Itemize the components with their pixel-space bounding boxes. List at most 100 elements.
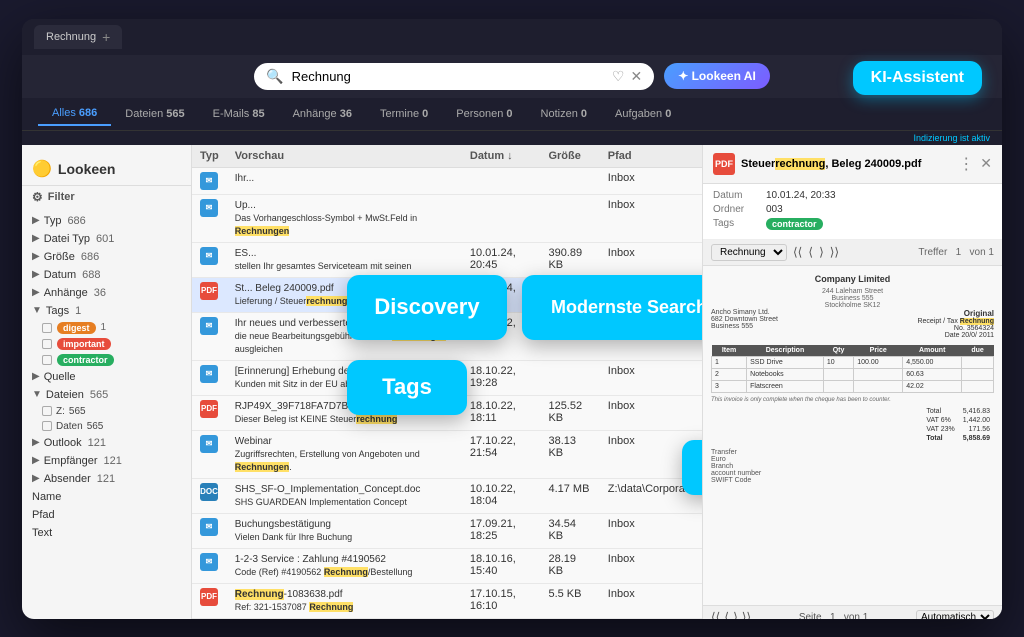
footer-nav-prev[interactable]: ⟨ bbox=[724, 610, 729, 619]
preview-title: Steuerrechnung, Beleg 240009.pdf bbox=[741, 158, 952, 170]
chevron-icon: ▼ bbox=[32, 305, 42, 316]
col-groesse[interactable]: Größe bbox=[540, 145, 599, 168]
main-content: 🟡 Lookeen ⚙ Filter ▶ Typ 686 ▶ Datei Typ… bbox=[22, 145, 1002, 619]
sidebar-item-groesse[interactable]: ▶ Größe 686 bbox=[22, 248, 191, 266]
preview-meta: Datum 10.01.24, 20:33 Ordner 003 Tags co… bbox=[703, 184, 1002, 240]
table-row[interactable]: ✉ Up...Das Vorhangeschloss-Symbol + MwSt… bbox=[192, 194, 702, 242]
tag-checkbox-important[interactable] bbox=[42, 339, 52, 349]
invoice-original-label: Original bbox=[917, 309, 994, 318]
ai-button-label: ✦ Lookeen AI bbox=[678, 69, 756, 83]
table-row[interactable]: ✉ 1-2-3 Service : Zahlung #4190562Code (… bbox=[192, 548, 702, 583]
favorite-icon[interactable]: ♡ bbox=[612, 68, 625, 85]
sidebar-item-tags[interactable]: ▼ Tags 1 bbox=[22, 302, 191, 320]
search-box: 🔍 ♡ ✕ bbox=[254, 63, 654, 90]
nav-next-button[interactable]: ⟩ bbox=[819, 245, 824, 259]
search-term-select[interactable]: Rechnung bbox=[711, 244, 787, 261]
tab-notizen[interactable]: Notizen 0 bbox=[527, 103, 601, 125]
chevron-icon: ▶ bbox=[32, 251, 40, 262]
results-table: Typ Vorschau Datum ↓ Größe Pfad ✉ Ihr...… bbox=[192, 145, 702, 619]
tab-dateien[interactable]: Dateien 565 bbox=[111, 103, 198, 125]
sidebar-item-anhaenge[interactable]: ▶ Anhänge 36 bbox=[22, 284, 191, 302]
footer-nav-last[interactable]: ⟩⟩ bbox=[742, 610, 751, 619]
filter-icon: ⚙ bbox=[32, 190, 43, 204]
filter-tabs: Alles 686 Dateien 565 E-Mails 85 Anhänge… bbox=[22, 98, 1002, 131]
preview-footer: ⟨⟨ ⟨ ⟩ ⟩⟩ Seite 1 von 1 Automatisch 50% … bbox=[703, 605, 1002, 619]
sidebar-filter-header: ⚙ Filter bbox=[22, 186, 191, 212]
search-input[interactable] bbox=[292, 69, 604, 84]
tag-badge-important: important bbox=[57, 338, 111, 350]
nav-prev-button[interactable]: ⟨ bbox=[808, 245, 813, 259]
tag-checkbox-contractor[interactable] bbox=[42, 355, 52, 365]
type-icon-email: ✉ bbox=[200, 365, 218, 383]
table-row[interactable]: ✉ BuchungsbestätigungVielen Dank für Ihr… bbox=[192, 513, 702, 548]
table-row[interactable]: ✉ WebinarZugriffsrechten, Erstellung von… bbox=[192, 430, 702, 478]
col-typ[interactable]: Typ bbox=[192, 145, 227, 168]
invoice-company: Company Limited bbox=[711, 274, 994, 284]
nav-first-button[interactable]: ⟨⟨ bbox=[793, 245, 802, 259]
sidebar-item-name[interactable]: Name bbox=[22, 488, 191, 506]
tab-personen[interactable]: Personen 0 bbox=[442, 103, 526, 125]
results-area: Typ Vorschau Datum ↓ Größe Pfad ✉ Ihr...… bbox=[192, 145, 702, 619]
footer-nav-next[interactable]: ⟩ bbox=[733, 610, 738, 619]
new-tab-button[interactable]: + bbox=[102, 29, 110, 45]
checkbox-daten[interactable] bbox=[42, 421, 52, 431]
preview-menu-icon[interactable]: ⋮ bbox=[958, 154, 974, 174]
preview-panel: PDF Steuerrechnung, Beleg 240009.pdf ⋮ ✕… bbox=[702, 145, 1002, 619]
chevron-icon: ▶ bbox=[32, 371, 40, 382]
invoice-preview: Company Limited 244 Laleham StreetBusine… bbox=[703, 266, 1002, 492]
preview-header: PDF Steuerrechnung, Beleg 240009.pdf ⋮ ✕ bbox=[703, 145, 1002, 184]
tab-aufgaben[interactable]: Aufgaben 0 bbox=[601, 103, 685, 125]
preview-body: Company Limited 244 Laleham StreetBusine… bbox=[703, 266, 1002, 605]
clear-search-icon[interactable]: ✕ bbox=[630, 68, 642, 85]
sidebar-item-dateityp[interactable]: ▶ Datei Typ 601 bbox=[22, 230, 191, 248]
col-vorschau[interactable]: Vorschau bbox=[227, 145, 462, 168]
type-icon-doc: DOC bbox=[200, 483, 218, 501]
indizierung-status: Indizierung ist aktiv bbox=[913, 133, 990, 143]
nav-last-button[interactable]: ⟩⟩ bbox=[830, 245, 839, 259]
table-row[interactable]: ✉ Ihr neues und verbessertes Bargeldkont… bbox=[192, 312, 702, 360]
sidebar-item-text[interactable]: Text bbox=[22, 524, 191, 542]
tab-anhaenge[interactable]: Anhänge 36 bbox=[279, 103, 366, 125]
zoom-select[interactable]: Automatisch 50% 100% 150% bbox=[916, 610, 994, 619]
table-row[interactable]: PDF RJP49X_39F718FA7D7B40DB4B.pdfDieser … bbox=[192, 395, 702, 430]
sidebar-item-datum[interactable]: ▶ Datum 688 bbox=[22, 266, 191, 284]
ordner-label: Ordner bbox=[713, 204, 758, 215]
table-row[interactable]: DOC SHS_SF-O_Implementation_Concept.docS… bbox=[192, 478, 702, 513]
preview-close-button[interactable]: ✕ bbox=[980, 155, 992, 172]
table-row[interactable]: ✉ ES...stellen Ihr gesamtes Serviceteam … bbox=[192, 242, 702, 277]
sidebar-item-outlook[interactable]: ▶ Outlook 121 bbox=[22, 434, 191, 452]
col-pfad[interactable]: Pfad bbox=[600, 145, 702, 168]
chevron-icon: ▶ bbox=[32, 437, 40, 448]
ai-button[interactable]: ✦ Lookeen AI bbox=[664, 63, 770, 89]
sidebar-item-empfaenger[interactable]: ▶ Empfänger 121 bbox=[22, 452, 191, 470]
app-tab[interactable]: Rechnung + bbox=[34, 25, 122, 49]
sidebar-item-pfad[interactable]: Pfad bbox=[22, 506, 191, 524]
sidebar-item-dateien[interactable]: ▼ Dateien 565 bbox=[22, 386, 191, 404]
tag-item-important[interactable]: important bbox=[22, 336, 191, 352]
sidebar-item-typ[interactable]: ▶ Typ 686 bbox=[22, 212, 191, 230]
tab-alles[interactable]: Alles 686 bbox=[38, 102, 111, 126]
footer-nav-first[interactable]: ⟨⟨ bbox=[711, 610, 720, 619]
type-icon-email: ✉ bbox=[200, 553, 218, 571]
sidebar-item-quelle[interactable]: ▶ Quelle bbox=[22, 368, 191, 386]
tab-termine[interactable]: Termine 0 bbox=[366, 103, 442, 125]
tag-badge-digest: digest bbox=[57, 322, 96, 334]
table-row[interactable]: ✉ Ihr... Inbox bbox=[192, 167, 702, 194]
type-icon-email: ✉ bbox=[200, 172, 218, 190]
checkbox-z[interactable] bbox=[42, 406, 52, 416]
tag-item-digest[interactable]: digest 1 bbox=[22, 320, 191, 336]
type-icon-email: ✉ bbox=[200, 435, 218, 453]
table-row[interactable]: PDF Rechnung-1083638.pdfRef: 321-1537087… bbox=[192, 583, 702, 618]
sidebar: 🟡 Lookeen ⚙ Filter ▶ Typ 686 ▶ Datei Typ… bbox=[22, 145, 192, 619]
table-row[interactable]: PDF St... Beleg 240009.pdfLieferung / St… bbox=[192, 277, 702, 312]
table-row[interactable]: ✉ [Erinnerung] Erhebung der Mehrwertsteu… bbox=[192, 360, 702, 395]
tag-item-contractor[interactable]: contractor bbox=[22, 352, 191, 368]
tag-checkbox-digest[interactable] bbox=[42, 323, 52, 333]
sidebar-item-absender[interactable]: ▶ Absender 121 bbox=[22, 470, 191, 488]
preview-toolbar: Rechnung ⟨⟨ ⟨ ⟩ ⟩⟩ Treffer 1 von 1 bbox=[703, 240, 1002, 266]
tab-emails[interactable]: E-Mails 85 bbox=[199, 103, 279, 125]
table-row[interactable]: ✉ Webinar Nächste WocheZugriffsrechten, … bbox=[192, 618, 702, 619]
sidebar-sub-z[interactable]: Z: 565 bbox=[22, 404, 191, 419]
sidebar-sub-daten[interactable]: Daten 565 bbox=[22, 419, 191, 434]
col-datum[interactable]: Datum ↓ bbox=[462, 145, 541, 168]
